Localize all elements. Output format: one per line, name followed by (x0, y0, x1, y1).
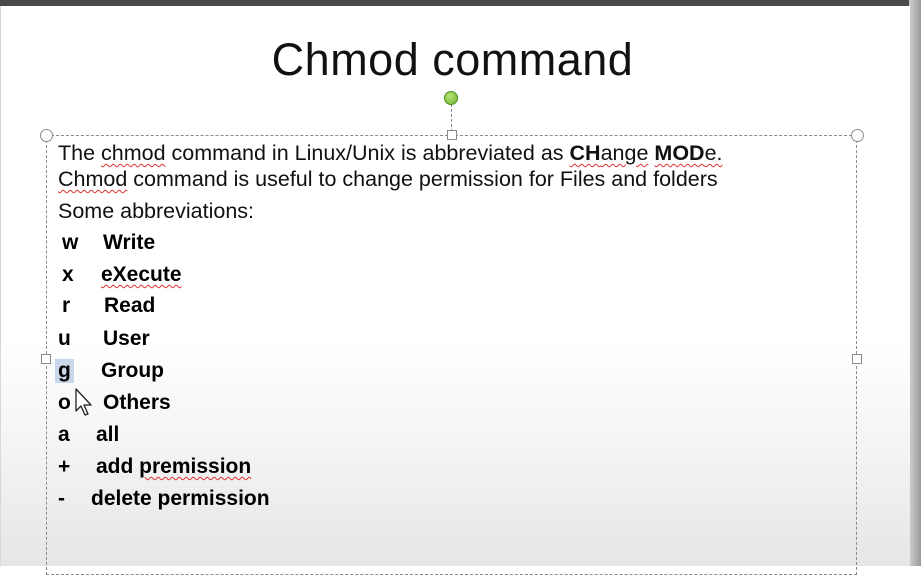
misspelled-word: CHange (569, 141, 649, 165)
abbr-symbol: r (62, 294, 71, 317)
resize-handle-top[interactable] (447, 130, 457, 140)
intro-line-3: Some abbreviations: (58, 199, 254, 223)
abbr-meaning: eXecute (101, 263, 182, 286)
abbr-meaning: Group (101, 359, 164, 382)
resize-handle-left[interactable] (41, 354, 51, 364)
abbr-meaning: Read (104, 294, 156, 317)
intro-line-2: Chmod command is useful to change permis… (58, 167, 718, 191)
resize-handle-right[interactable] (852, 354, 862, 364)
abbr-meaning: Others (103, 391, 171, 414)
window-right-edge (909, 0, 921, 566)
abbr-meaning: add premission (96, 455, 252, 478)
abbr-meaning: delete permission (91, 487, 270, 510)
rotation-connector (451, 104, 452, 132)
misspelled-word: chmod (101, 141, 166, 165)
misspelled-word: premission (139, 455, 252, 478)
abbr-symbol-selected: g (55, 359, 74, 383)
abbr-symbol: o (58, 391, 71, 414)
abbr-symbol: w (62, 231, 79, 254)
abbr-symbol: x (62, 263, 74, 286)
abbr-symbol: - (58, 487, 65, 510)
misspelled-word: Chmod (58, 167, 128, 191)
resize-handle-top-left[interactable] (40, 129, 53, 142)
abbr-symbol: u (58, 327, 71, 350)
intro-line-1: The chmod command in Linux/Unix is abbre… (58, 141, 723, 165)
abbr-meaning: User (103, 327, 150, 350)
mouse-pointer-icon (75, 388, 92, 416)
misspelled-word: MODe. (654, 141, 723, 165)
abbr-meaning: all (96, 423, 120, 446)
abbr-symbol: + (58, 455, 71, 478)
abbr-symbol: a (58, 423, 70, 446)
abbr-meaning: Write (103, 231, 156, 254)
text-placeholder-content[interactable]: The chmod command in Linux/Unix is abbre… (58, 140, 723, 224)
rotation-handle[interactable] (444, 91, 458, 105)
resize-handle-top-right[interactable] (851, 129, 864, 142)
slide-title[interactable]: Chmod command (0, 34, 905, 86)
